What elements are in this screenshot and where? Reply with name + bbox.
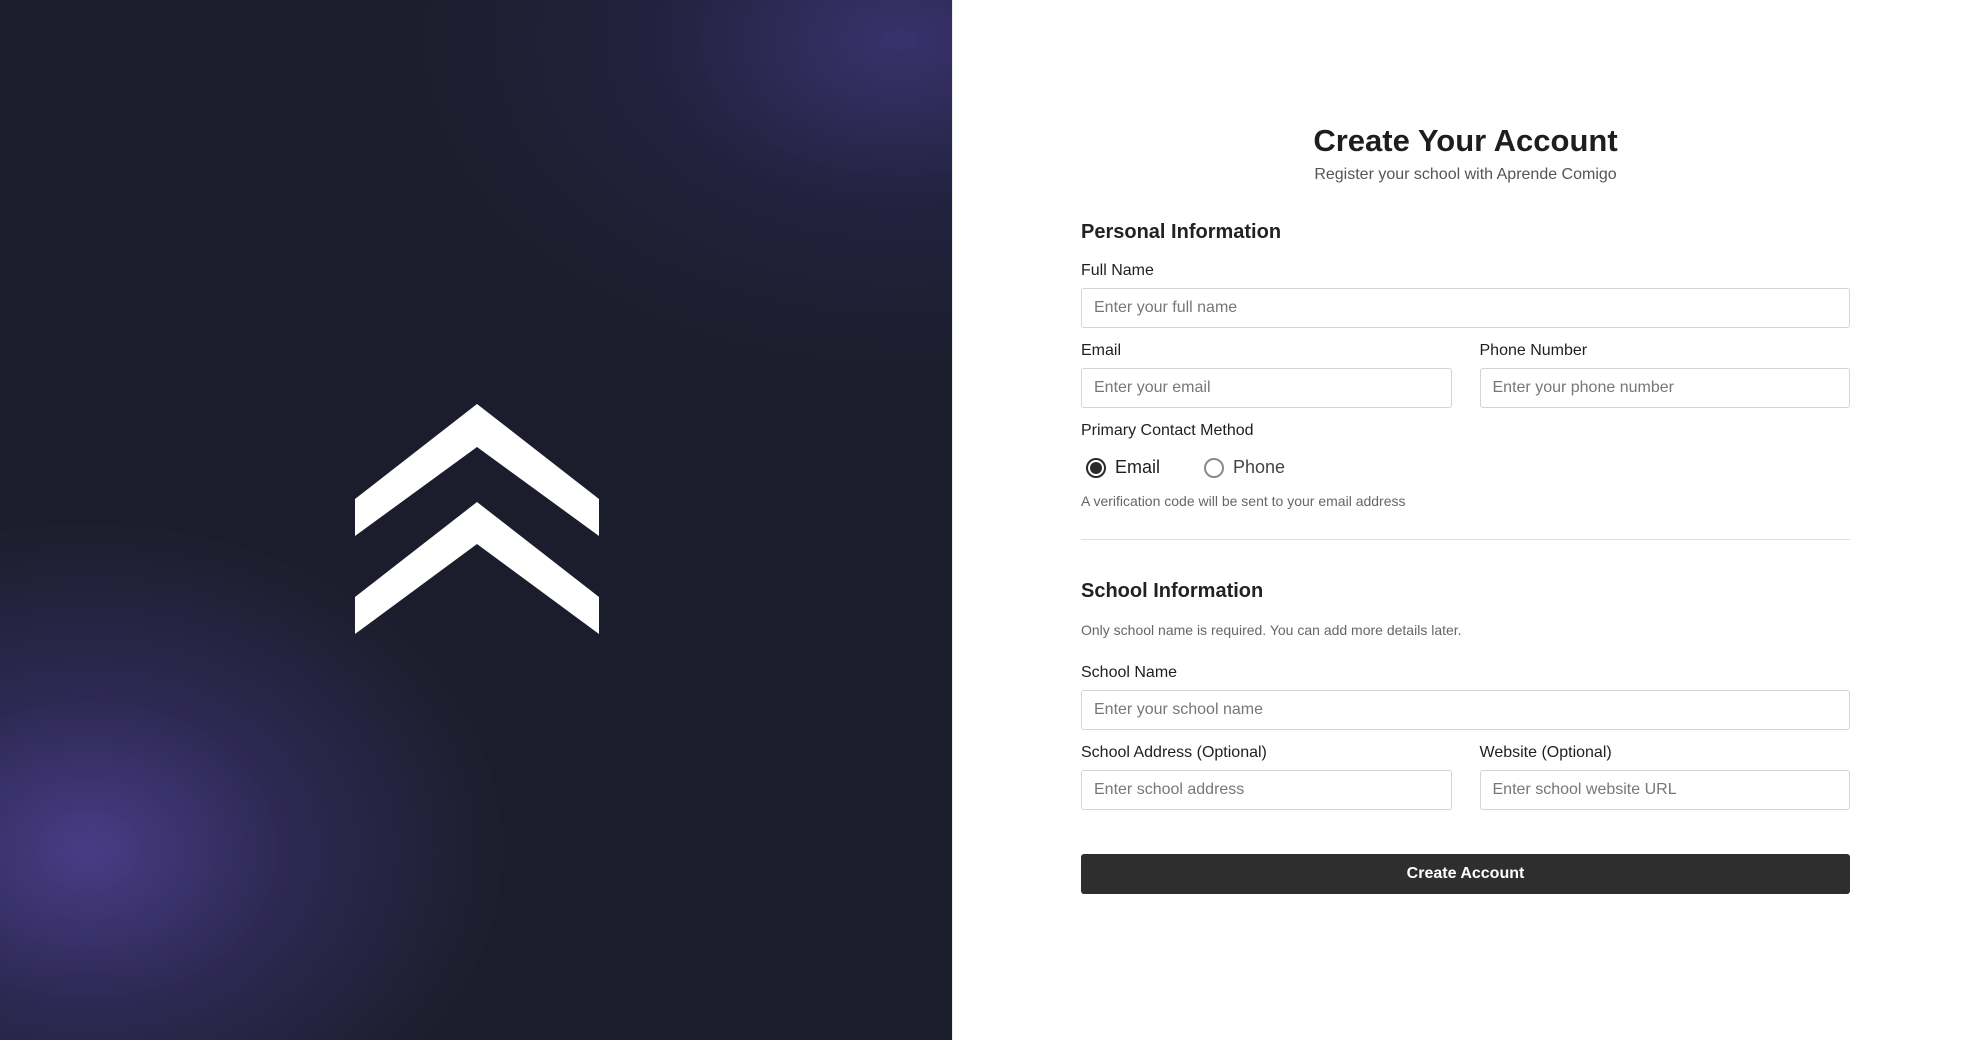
contact-method-field: Primary Contact Method Email Phone A ver… [1081,421,1850,510]
double-chevron-up-icon [355,404,599,634]
school-details-row: School Address (Optional) Website (Optio… [1081,743,1850,810]
page-subtitle: Register your school with Aprende Comigo [1314,166,1617,183]
phone-input[interactable] [1479,368,1850,408]
radio-selected-icon[interactable] [1086,457,1106,478]
radio-unselected-icon[interactable] [1204,457,1225,478]
email-field: Email [1081,341,1452,408]
school-name-label: School Name [1081,664,1178,681]
email-label: Email [1081,342,1122,359]
full-name-label: Full Name [1081,262,1154,279]
contact-row: Email Phone Number [1081,341,1850,408]
contact-method-radio-group: Email Phone [1081,457,1850,478]
contact-method-phone-option[interactable]: Phone [1204,457,1285,478]
school-website-label: Website (Optional) [1479,744,1612,761]
verification-hint: A verification code will be sent to your… [1081,493,1406,509]
page-title: Create Your Account [1313,123,1618,158]
contact-method-phone-label: Phone [1233,457,1286,477]
section-divider [1081,539,1850,540]
school-address-label: School Address (Optional) [1081,744,1267,761]
brand-panel [0,0,952,1040]
school-name-field: School Name [1081,663,1850,730]
form-panel: Create Your Account Register your school… [952,0,1977,1040]
school-info-note: Only school name is required. You can ad… [1081,622,1462,638]
school-name-input[interactable] [1081,690,1850,730]
contact-method-label: Primary Contact Method [1081,422,1254,439]
phone-label: Phone Number [1479,342,1588,359]
phone-field: Phone Number [1479,341,1850,408]
school-website-input[interactable] [1479,770,1850,810]
school-address-input[interactable] [1081,770,1452,810]
contact-method-email-option[interactable]: Email [1086,457,1160,478]
create-account-button[interactable]: Create Account [1081,854,1850,894]
school-website-field: Website (Optional) [1479,743,1850,810]
signup-form: Create Your Account Register your school… [1081,118,1850,894]
email-input[interactable] [1081,368,1452,408]
full-name-input[interactable] [1081,288,1850,328]
school-info-heading: School Information [1081,580,1264,602]
personal-info-heading: Personal Information [1081,221,1282,243]
contact-method-email-label: Email [1115,457,1161,477]
full-name-field: Full Name [1081,261,1850,328]
school-address-field: School Address (Optional) [1081,743,1452,810]
